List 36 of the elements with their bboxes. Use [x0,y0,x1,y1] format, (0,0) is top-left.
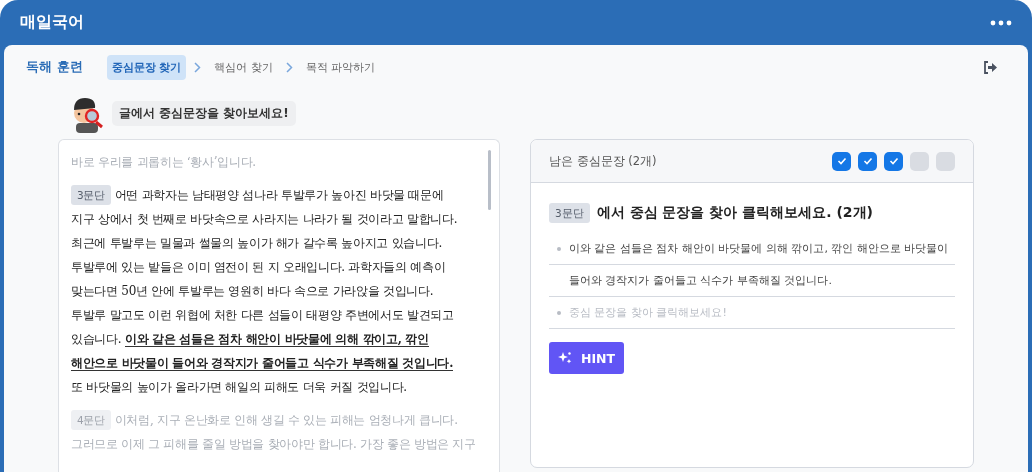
more-icon[interactable] [990,19,1012,26]
speech-bubble: 글에서 중심문장을 찾아보세요! [112,100,296,126]
step-tab[interactable]: 핵심어 찾기 [209,54,278,80]
chevron-icon [285,61,293,73]
check-icon [862,157,873,165]
app-logo[interactable]: 매일국어 [20,12,84,33]
hint-button[interactable]: HINT [549,342,625,374]
exit-icon[interactable] [983,60,998,74]
answer-line: 이와 같은 섬들은 점차 해안이 바닷물에 의해 깎이고, 깎인 해안으로 바닷물이 [549,233,955,265]
section-title: 독해 훈련 [26,58,83,76]
check-icon [836,157,847,165]
passage-text: 있습니다. [71,332,123,346]
sparkle-icon [558,351,572,365]
passage-text: 지구 상에서 첫 번째로 바닷속으로 사라지는 나라가 될 것이라고 말합니다. [71,212,458,226]
panel-title: 남은 중심문장 (2개) [549,153,657,169]
instruction-text: 에서 중심 문장을 찾아 클릭해보세요. (2개) [596,204,873,222]
scrollbar[interactable] [488,150,491,210]
chevron-icon [194,61,202,73]
step-tab[interactable]: 목적 파악하기 [300,54,381,80]
paragraph-label: 4문단 [71,410,111,430]
answer-line: 들어와 경작지가 줄어들고 식수가 부족해질 것입니다. [549,265,955,297]
passage-text: 또 바닷물의 높이가 올라가면 해일의 피해도 더욱 커질 것입니다. [71,380,407,394]
passage-text: 어떤 과학자는 남태평양 섬나라 투발루가 높아진 바닷물 때문에 [114,188,444,202]
passage-text: 맞는다면 50년 안에 투발루는 영원히 바다 속으로 가라앉을 것입니다. [71,284,434,298]
paragraph-label: 3문단 [71,185,111,205]
key-sentence[interactable]: 이와 같은 섬들은 점차 해안이 바닷물에 의해 깎이고, 깎인 [124,332,429,347]
paragraph-label: 3문단 [549,203,590,223]
check-icon [888,157,899,165]
passage-text: 이처럼, 지구 온난화로 인해 생길 수 있는 피해는 엄청나게 큽니다. [114,413,458,427]
step-tab[interactable]: 중심문장 찾기 [106,54,187,80]
passage-text: 투발루에 있는 밭들은 이미 염전이 된 지 오래입니다. 과학자들의 예측이 [71,260,446,274]
passage-text: 최근에 투발루는 밀물과 썰물의 높이가 해가 갈수록 높아지고 있습니다. [71,236,442,250]
passage-text: 바로 우리를 괴롭히는 ‘황사’입니다. [71,155,256,169]
key-sentence[interactable]: 해안으로 바닷물이 들어와 경작지가 줄어들고 식수가 부족해질 것입니다. [71,356,454,371]
passage-text: 그러므로 이제 그 피해를 줄일 방법을 찾아야만 합니다. 가장 좋은 방법은 지구 [71,437,476,451]
passage-text: 투발루 말고도 이런 위협에 처한 다른 섬들이 태평양 주변에서도 발견되고 [71,308,454,322]
